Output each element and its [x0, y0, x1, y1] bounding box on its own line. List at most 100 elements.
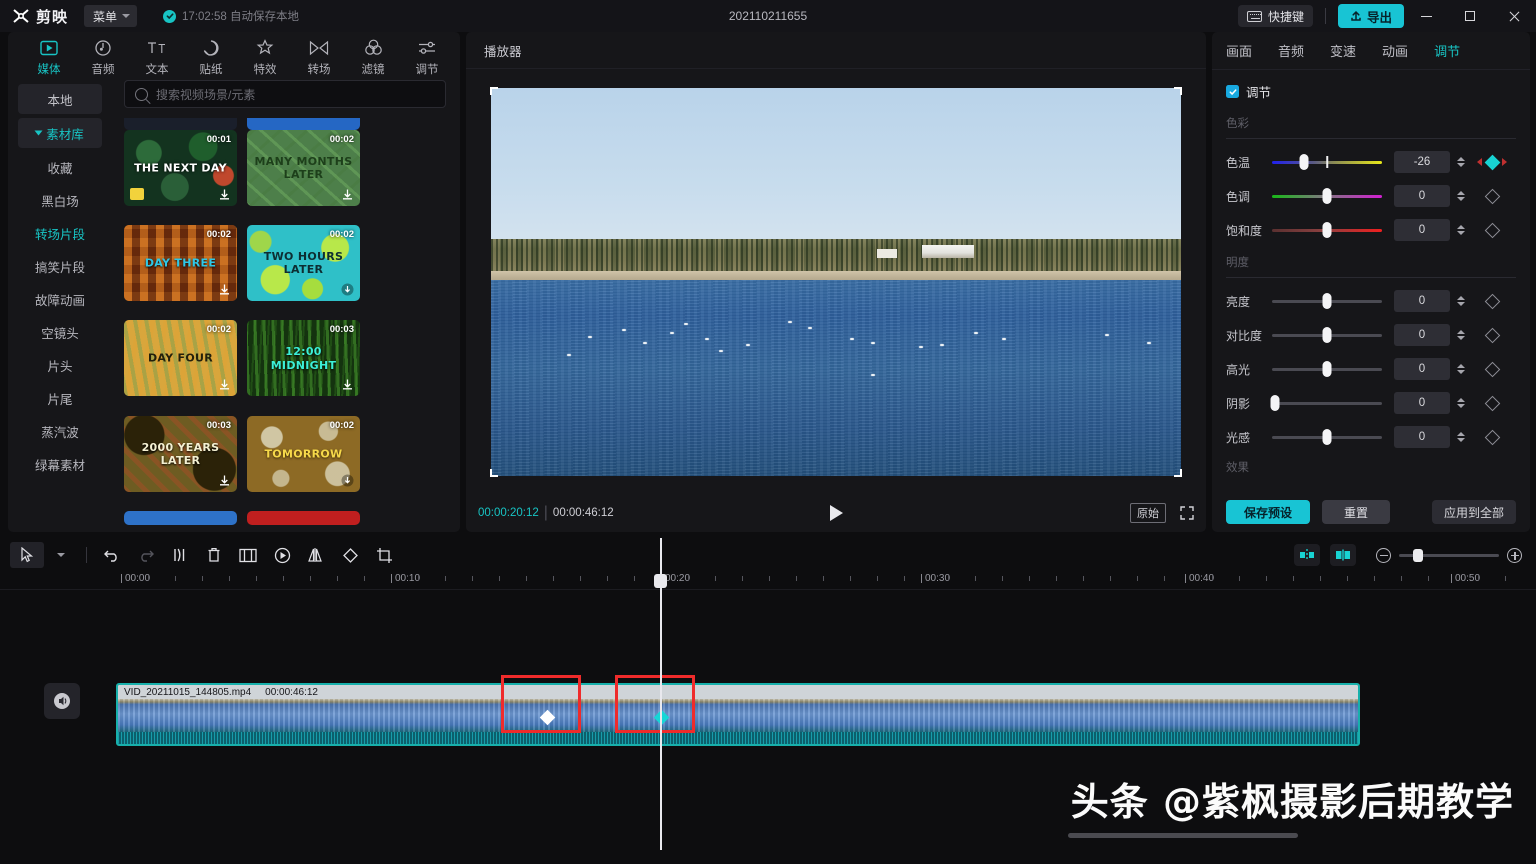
download-icon[interactable]	[341, 474, 354, 487]
tab-filter[interactable]: 滤镜	[346, 34, 400, 77]
value-highlight[interactable]: 0	[1394, 358, 1450, 380]
keyframe-tint[interactable]	[1481, 186, 1503, 206]
crop-handle[interactable]	[490, 468, 498, 477]
fullscreen-icon[interactable]	[1180, 506, 1194, 520]
thumbnail-partial[interactable]	[247, 118, 360, 130]
keyframe-shadow[interactable]	[1481, 393, 1503, 413]
download-icon[interactable]	[218, 378, 231, 391]
slider-knob[interactable]	[1322, 327, 1332, 343]
playhead-handle[interactable]	[654, 574, 667, 588]
value-color-temperature[interactable]: -26	[1394, 151, 1450, 173]
value-luminance[interactable]: 0	[1394, 426, 1450, 448]
stepper-contrast[interactable]	[1453, 324, 1469, 346]
menu-button[interactable]: 菜单	[84, 5, 138, 27]
download-icon[interactable]	[218, 188, 231, 201]
keyframe-prev-icon[interactable]	[1477, 158, 1482, 166]
slider-knob[interactable]	[1322, 293, 1332, 309]
slider-brightness[interactable]	[1272, 292, 1382, 310]
keyframe-luminance[interactable]	[1481, 427, 1503, 447]
stepper-shadow[interactable]	[1453, 392, 1469, 414]
download-icon[interactable]	[218, 283, 231, 296]
save-preset-button[interactable]: 保存预设	[1226, 500, 1311, 524]
tab-speed[interactable]: 变速	[1330, 41, 1356, 60]
freeze-button[interactable]	[231, 542, 265, 568]
download-icon[interactable]	[341, 378, 354, 391]
tab-animation[interactable]: 动画	[1382, 41, 1408, 60]
list-item[interactable]: 00:02 MANY MONTHS LATER	[247, 130, 360, 206]
value-shadow[interactable]: 0	[1394, 392, 1450, 414]
hotkey-button[interactable]: 快捷键	[1237, 5, 1313, 27]
timeline-ruler[interactable]: 00:00 00:10 00:20 00:30 00:40 00:50	[0, 572, 1536, 590]
stepper-tint[interactable]	[1453, 185, 1469, 207]
tab-media[interactable]: 媒体	[22, 34, 76, 77]
list-item[interactable]: 00:02 TWO HOURS LATER	[247, 225, 360, 302]
slider-knob[interactable]	[1322, 222, 1332, 238]
keyframe-brightness[interactable]	[1481, 291, 1503, 311]
video-frame[interactable]	[490, 86, 1182, 477]
delete-button[interactable]	[197, 542, 231, 568]
tab-audio[interactable]: 音频	[76, 34, 130, 77]
track-mute-button[interactable]	[44, 683, 80, 719]
download-icon[interactable]	[341, 283, 354, 296]
tab-adjustment[interactable]: 调节	[1434, 41, 1460, 60]
slider-knob[interactable]	[1299, 154, 1309, 170]
slider-knob[interactable]	[1270, 395, 1280, 411]
select-tool-button[interactable]	[10, 542, 44, 568]
slider-color-temperature[interactable]	[1272, 153, 1382, 171]
crop-handle[interactable]	[1174, 86, 1182, 95]
list-item[interactable]: 00:02 DAY THREE	[124, 225, 237, 302]
adsorb-button[interactable]	[1330, 544, 1356, 566]
tab-effects[interactable]: 特效	[238, 34, 292, 77]
maximize-button[interactable]	[1448, 0, 1492, 32]
stepper-saturation[interactable]	[1453, 219, 1469, 241]
reset-button[interactable]: 重置	[1322, 500, 1391, 524]
auto-snap-button[interactable]	[1294, 544, 1320, 566]
slider-tint[interactable]	[1272, 187, 1382, 205]
list-item[interactable]	[124, 510, 237, 525]
slider-contrast[interactable]	[1272, 326, 1382, 344]
value-brightness[interactable]: 0	[1394, 290, 1450, 312]
tab-sticker[interactable]: 贴纸	[184, 34, 238, 77]
zoom-slider-knob[interactable]	[1413, 548, 1423, 562]
list-item[interactable]: 00:01 THE NEXT DAY	[124, 130, 237, 206]
tab-text[interactable]: 文本	[130, 34, 184, 77]
value-contrast[interactable]: 0	[1394, 324, 1450, 346]
slider-saturation[interactable]	[1272, 221, 1382, 239]
minimize-button[interactable]	[1404, 0, 1448, 32]
redo-button[interactable]	[129, 542, 163, 568]
play-button[interactable]	[824, 501, 848, 525]
category-glitch[interactable]: 故障动画	[8, 284, 112, 314]
keyframe-next-icon[interactable]	[1502, 158, 1507, 166]
slider-knob[interactable]	[1322, 429, 1332, 445]
crop-button[interactable]	[367, 542, 401, 568]
download-icon[interactable]	[218, 474, 231, 487]
original-quality-button[interactable]: 原始	[1130, 503, 1166, 523]
category-greenscreen[interactable]: 绿幕素材	[8, 449, 112, 479]
category-stock[interactable]: 素材库	[18, 118, 102, 148]
list-item[interactable]: 00:03 12:00 MIDNIGHT	[247, 320, 360, 397]
zoom-slider[interactable]	[1399, 548, 1499, 562]
list-item[interactable]: 00:03 2000 YEARS LATER	[124, 415, 237, 492]
zoom-out-icon[interactable]	[1376, 547, 1391, 563]
category-bw[interactable]: 黑白场	[8, 185, 112, 215]
stepper-brightness[interactable]	[1453, 290, 1469, 312]
close-button[interactable]	[1492, 0, 1536, 32]
tab-transition[interactable]: 转场	[292, 34, 346, 77]
reverse-button[interactable]	[265, 542, 299, 568]
adjustment-checkbox[interactable]	[1226, 85, 1239, 98]
slider-knob[interactable]	[1322, 361, 1332, 377]
export-button[interactable]: 导出	[1337, 4, 1404, 28]
stepper-highlight[interactable]	[1453, 358, 1469, 380]
category-ending[interactable]: 片尾	[8, 383, 112, 413]
thumbnail-partial[interactable]	[124, 118, 237, 130]
tab-picture[interactable]: 画面	[1226, 41, 1252, 60]
video-clip[interactable]: VID_20211015_144805.mp4 00:00:46:12	[116, 683, 1360, 746]
crop-handle[interactable]	[490, 86, 498, 95]
list-item[interactable]: 00:02 TOMORROW	[247, 415, 360, 492]
list-item[interactable]: 00:02 DAY FOUR	[124, 320, 237, 397]
slider-highlight[interactable]	[1272, 360, 1382, 378]
slider-shadow[interactable]	[1270, 394, 1382, 412]
category-opening[interactable]: 片头	[8, 350, 112, 380]
value-saturation[interactable]: 0	[1394, 219, 1450, 241]
category-transition-clips[interactable]: 转场片段	[8, 218, 112, 248]
